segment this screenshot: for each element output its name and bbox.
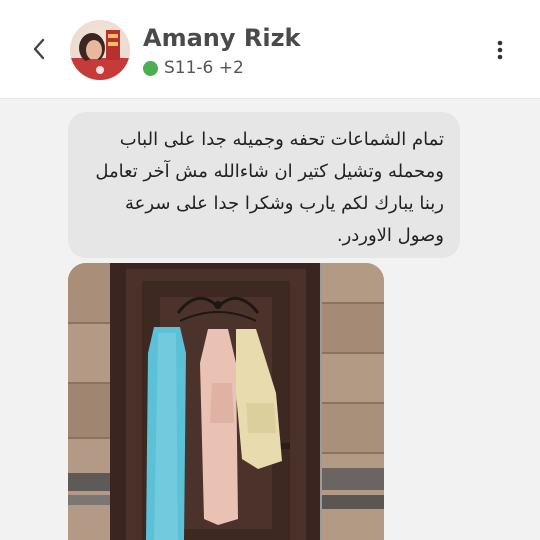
more-options-button[interactable] [490,36,510,64]
online-status-dot [143,60,158,76]
message-text: تمام الشماعات تحفه وجميله جدا على الباب … [95,129,444,246]
contact-name[interactable]: Amany Rizk [143,24,301,52]
chevron-left-icon [33,38,45,60]
message-bubble[interactable]: تمام الشماعات تحفه وجميله جدا على الباب … [68,112,460,258]
status-text: S11-6 +2 [164,58,244,78]
back-button[interactable] [24,34,54,64]
status-row: S11-6 +2 [143,58,244,78]
more-vertical-icon [497,40,503,60]
towels-on-door-image [68,263,384,540]
avatar[interactable] [70,20,130,80]
chat-header: Amany Rizk S11-6 +2 [0,0,540,99]
image-message[interactable] [68,263,384,540]
